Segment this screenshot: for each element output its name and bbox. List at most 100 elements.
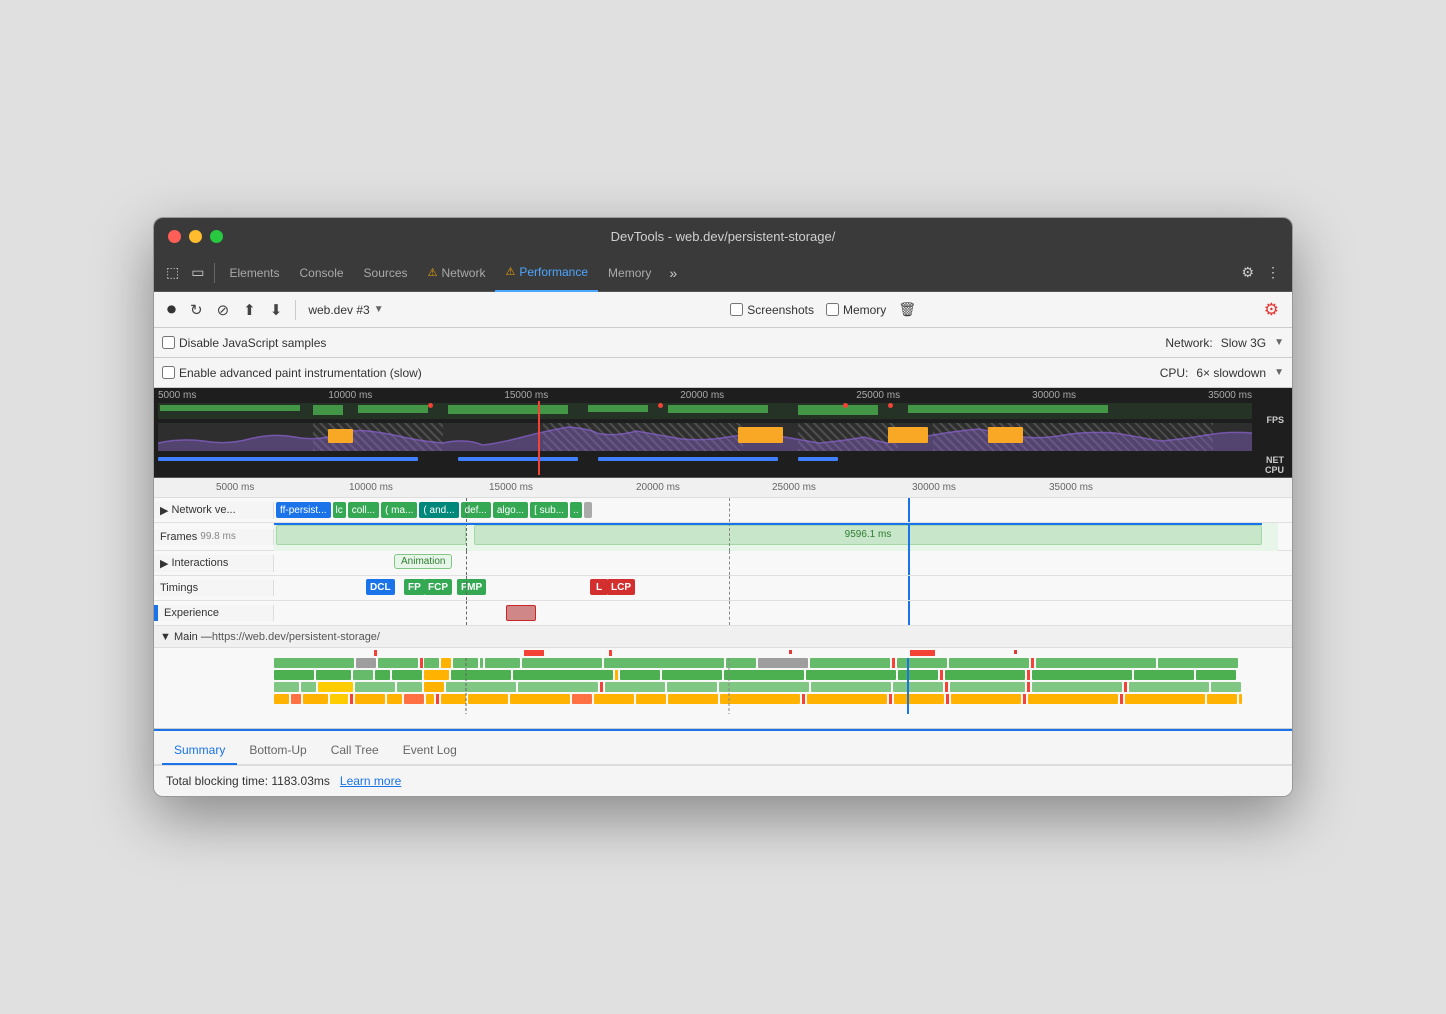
timings-label: Timings (154, 580, 274, 596)
timing-fcp[interactable]: FCP (424, 579, 452, 595)
title-bar: DevTools - web.dev/persistent-storage/ (154, 218, 1292, 254)
enable-paint-checkbox[interactable] (162, 366, 175, 379)
chip-sub[interactable]: [ sub... (530, 502, 568, 518)
tab-summary[interactable]: Summary (162, 737, 237, 765)
profile-selector[interactable]: web.dev #3 ▼ (304, 301, 387, 319)
tab-memory[interactable]: Memory (598, 254, 661, 292)
timing-dcl[interactable]: DCL (366, 579, 395, 595)
close-button[interactable] (168, 230, 181, 243)
tab-performance[interactable]: Performance (495, 254, 598, 292)
timing-fmp[interactable]: FMP (457, 579, 486, 595)
tab-event-log[interactable]: Event Log (391, 737, 469, 765)
learn-more-link[interactable]: Learn more (340, 774, 401, 788)
tab-bottom-up[interactable]: Bottom-Up (237, 737, 318, 765)
interactions-dashed-2 (729, 551, 730, 575)
timing-lcp[interactable]: LCP (607, 579, 635, 595)
disable-js-samples-checkbox[interactable] (162, 336, 175, 349)
maximize-button[interactable] (210, 230, 223, 243)
tab-sources[interactable]: Sources (354, 254, 418, 292)
chip-dot[interactable]: .. (570, 502, 582, 518)
chip-ff-persist[interactable]: ff-persist... (276, 502, 331, 518)
time-label-35000: 35000 ms (1208, 390, 1252, 401)
cpu-dropdown-arrow[interactable]: ▼ (1274, 367, 1284, 378)
cpu-wave (158, 423, 1252, 451)
network-dropdown-arrow[interactable]: ▼ (1274, 337, 1284, 348)
fps-bar-4 (448, 405, 568, 414)
chip-gray[interactable] (584, 502, 592, 518)
frame-seg-2: 9596.1 ms (474, 525, 1262, 545)
time-label-10000: 10000 ms (328, 390, 372, 401)
clear-recordings-button[interactable]: 🗑 (898, 301, 916, 318)
fps-bar-7 (798, 405, 878, 415)
red-marks-row (274, 650, 1278, 656)
dropdown-arrow: ▼ (374, 304, 384, 315)
clear-button[interactable]: ⊘ (212, 298, 235, 322)
tab-network[interactable]: Network (418, 254, 496, 292)
chip-lc[interactable]: lc (333, 502, 346, 518)
chip-and[interactable]: ( and... (419, 502, 458, 518)
chip-ma[interactable]: ( ma... (381, 502, 417, 518)
timings-content: DCL FP FCP FMP L LCP (274, 576, 1278, 600)
experience-row: Experience (154, 601, 1292, 626)
experience-cls-rect[interactable] (506, 605, 536, 621)
tab-console[interactable]: Console (290, 254, 354, 292)
flame-row-2 (274, 670, 1236, 680)
screenshots-checkbox-label[interactable]: Screenshots (730, 303, 814, 317)
memory-checkbox-label[interactable]: Memory (826, 303, 886, 317)
more-options-icon[interactable]: ⋮ (1260, 260, 1286, 285)
timing-l[interactable]: L (590, 579, 608, 595)
timing-fp[interactable]: FP (404, 579, 425, 595)
settings-icon[interactable]: ⚙ (1235, 260, 1260, 285)
performance-settings-icon[interactable]: ⚙ (1259, 297, 1284, 323)
fps-red-dot-1 (428, 403, 433, 408)
fps-bar-5 (588, 405, 648, 412)
upload-button[interactable]: ⬆ (238, 298, 261, 322)
frames-dashed-1 (466, 523, 467, 551)
frames-row: Frames 99.8 ms 9596.1 ms (154, 523, 1292, 551)
status-bar: Total blocking time: 1183.03ms Learn mor… (154, 765, 1292, 796)
timeline-overview[interactable]: 5000 ms 10000 ms 15000 ms 20000 ms 25000… (154, 388, 1292, 478)
chip-algo[interactable]: algo... (493, 502, 528, 518)
time-label-25000: 25000 ms (856, 390, 900, 401)
fps-red-dot-2 (658, 403, 663, 408)
device-icon[interactable]: ▭ (185, 260, 210, 285)
timings-dashed-1 (466, 576, 467, 600)
tab-elements[interactable]: Elements (219, 254, 289, 292)
main-thread-header: ▼ Main — https://web.dev/persistent-stor… (154, 626, 1292, 648)
bottom-tabs: Summary Bottom-Up Call Tree Event Log (154, 729, 1292, 765)
fps-bar-2 (313, 405, 343, 415)
interactions-row: ▶ Interactions Animation (154, 551, 1292, 576)
main-thread-content[interactable] (154, 648, 1292, 728)
net-bar-4 (798, 457, 838, 461)
screenshots-checkbox[interactable] (730, 303, 743, 316)
interactions-label[interactable]: ▶ Interactions (154, 555, 274, 572)
ruler-30000: 30000 ms (912, 482, 956, 493)
flame-chart-svg (274, 658, 1278, 728)
ruler-20000: 20000 ms (636, 482, 680, 493)
traffic-lights (168, 230, 223, 243)
memory-checkbox[interactable] (826, 303, 839, 316)
reload-button[interactable]: ↻ (185, 298, 208, 322)
ruler-10000: 10000 ms (349, 482, 393, 493)
time-ruler: 5000 ms 10000 ms 15000 ms 20000 ms 25000… (154, 478, 1292, 498)
download-button[interactable]: ⬇ (265, 298, 288, 322)
devtools-window: DevTools - web.dev/persistent-storage/ ⬚… (153, 217, 1293, 797)
minimize-button[interactable] (189, 230, 202, 243)
interactions-dashed-1 (466, 551, 467, 575)
dashed-line-2 (729, 498, 730, 522)
enable-paint-label[interactable]: Enable advanced paint instrumentation (s… (162, 366, 422, 380)
disable-js-samples-label[interactable]: Disable JavaScript samples (162, 336, 326, 350)
chip-coll[interactable]: coll... (348, 502, 379, 518)
net-label: NET (1266, 455, 1284, 465)
fps-bar-8 (908, 405, 1108, 413)
tab-more[interactable]: » (661, 261, 685, 285)
network-row-label[interactable]: ▶ Network ve... (154, 502, 274, 519)
fps-bar-6 (668, 405, 768, 413)
record-button[interactable]: ⏺ (162, 296, 181, 323)
flame-row-4 (274, 694, 1242, 704)
fps-red-dot-3 (843, 403, 848, 408)
tab-call-tree[interactable]: Call Tree (319, 737, 391, 765)
net-bar-3 (598, 457, 778, 461)
ruler-5000: 5000 ms (216, 482, 254, 493)
inspect-icon[interactable]: ⬚ (160, 260, 185, 285)
